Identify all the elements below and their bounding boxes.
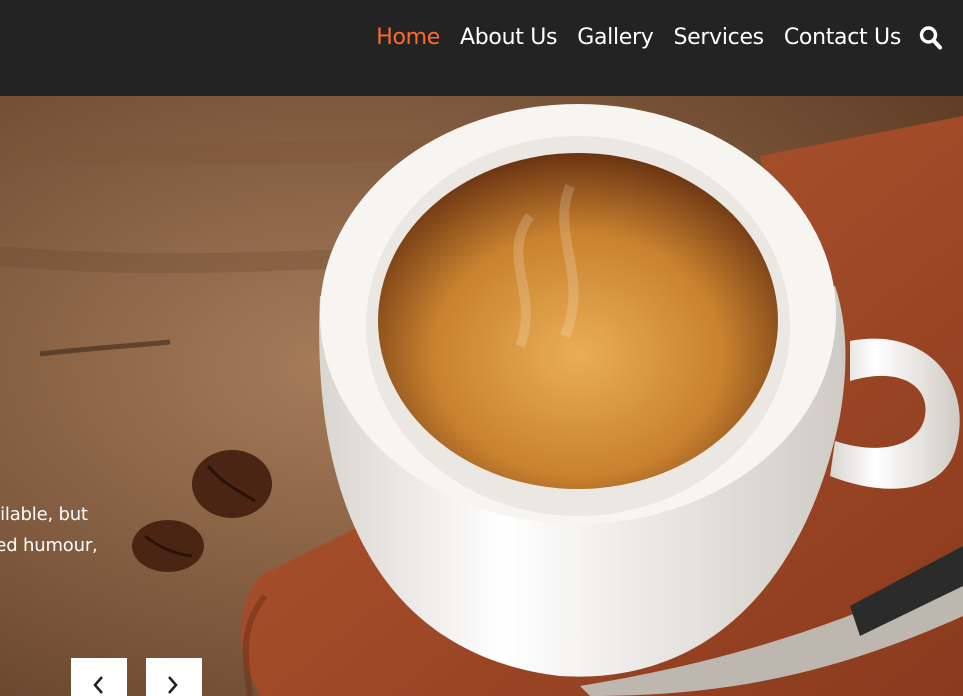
nav-item-about-us[interactable]: About Us [460, 23, 558, 53]
chevron-right-icon [168, 676, 178, 694]
hero-slider: available, but ected humour, [0, 96, 963, 696]
chevron-left-icon [93, 676, 103, 694]
hero-caption: available, but ected humour, [0, 499, 98, 561]
slider-next-button[interactable] [146, 658, 202, 696]
search-button[interactable] [919, 25, 943, 51]
hero-caption-line-2: ected humour, [0, 535, 98, 556]
slider-prev-button[interactable] [71, 658, 127, 696]
nav-item-home[interactable]: Home [376, 23, 440, 53]
top-navbar: Home About Us Gallery Services Contact U… [0, 0, 963, 96]
nav-item-services[interactable]: Services [673, 23, 764, 53]
hero-caption-line-1: available, but [0, 504, 88, 525]
search-icon [919, 26, 942, 50]
nav-item-contact-us[interactable]: Contact Us [784, 23, 901, 53]
hero-coffee-image [0, 96, 963, 696]
main-nav: Home About Us Gallery Services Contact U… [376, 23, 901, 53]
nav-item-gallery[interactable]: Gallery [577, 23, 654, 53]
